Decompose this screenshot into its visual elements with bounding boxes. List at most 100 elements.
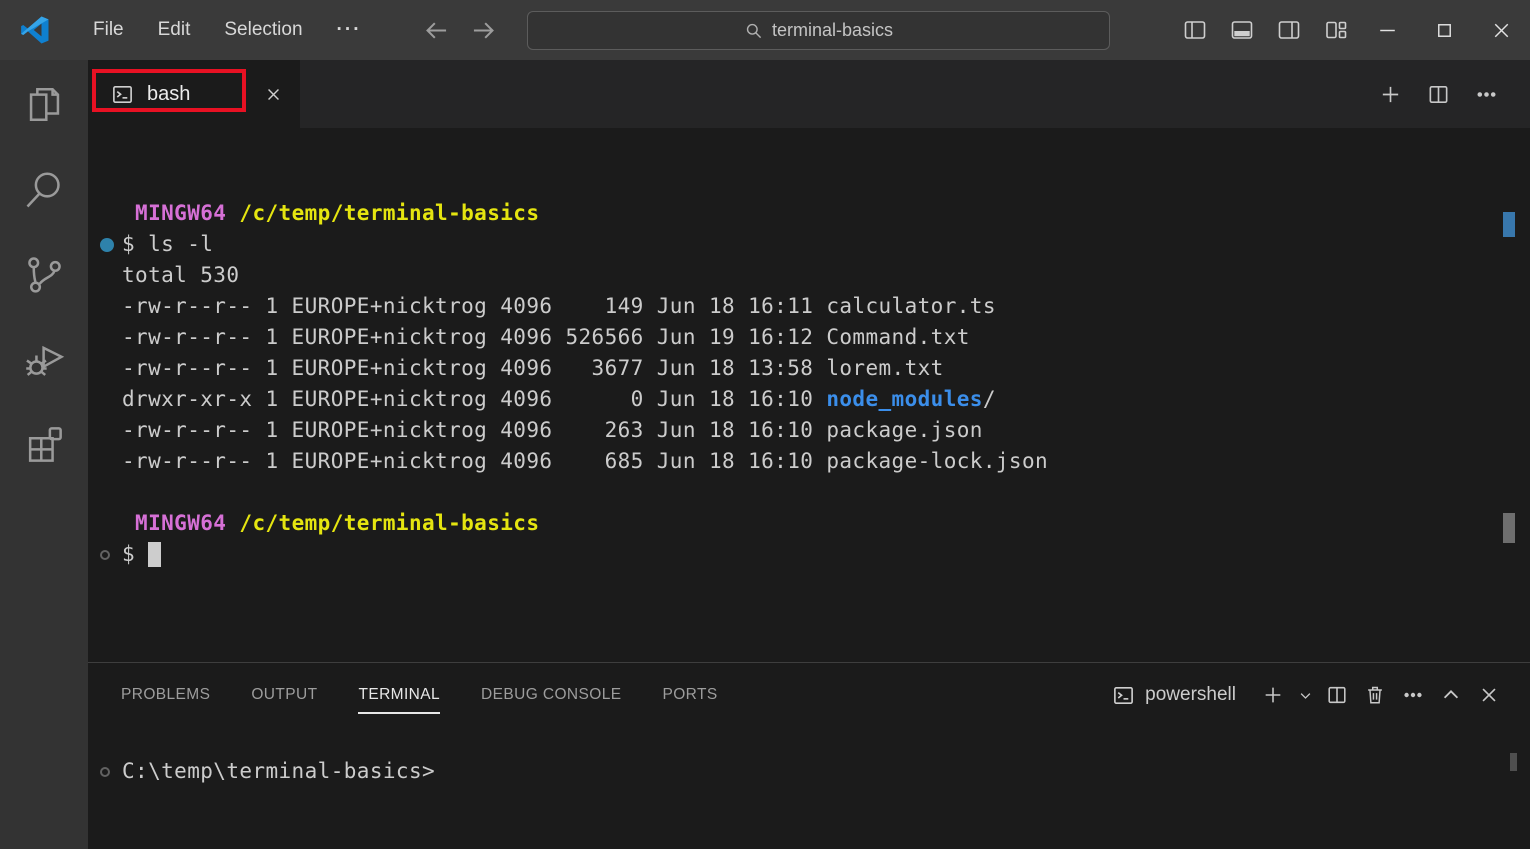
new-terminal-icon[interactable] [1366, 70, 1414, 118]
terminal-text: MINGW64 [122, 198, 226, 229]
bash-terminal-output: MINGW64 /c/temp/terminal-basics$ ls -lto… [88, 128, 1530, 570]
activity-source-control[interactable] [0, 253, 88, 338]
search-icon [744, 21, 763, 40]
terminal-line: -rw-r--r-- 1 EUROPE+nicktrog 4096 685 Ju… [88, 446, 1530, 477]
terminal-text: C:\temp\terminal-basics> [122, 756, 435, 787]
new-terminal-icon[interactable] [1254, 674, 1292, 716]
more-actions-icon[interactable] [1462, 70, 1510, 118]
panel-actions: powershell [1112, 674, 1508, 716]
panel-tab-problems[interactable]: PROBLEMS [121, 679, 210, 711]
launch-profile-chevron-icon[interactable] [1292, 674, 1318, 716]
menu-edit[interactable]: Edit [141, 11, 208, 49]
powershell-terminal-output: C:\temp\terminal-basics> [88, 727, 1530, 787]
close-panel-icon[interactable] [1470, 674, 1508, 716]
terminal-line: -rw-r--r-- 1 EUROPE+nicktrog 4096 263 Ju… [88, 415, 1530, 446]
panel-header: PROBLEMS OUTPUT TERMINAL DEBUG CONSOLE P… [88, 663, 1530, 727]
terminal-line: drwxr-xr-x 1 EUROPE+nicktrog 4096 0 Jun … [88, 384, 1530, 415]
terminal-icon [111, 83, 134, 106]
tab-label: bash [147, 83, 190, 106]
terminal-text: total 530 [122, 260, 239, 291]
menu-file[interactable]: File [76, 11, 141, 49]
terminal-line: C:\temp\terminal-basics> [88, 756, 1530, 787]
terminal-text: drwxr-xr-x 1 EUROPE+nicktrog 4096 0 Jun … [122, 384, 826, 415]
more-actions-icon[interactable] [1394, 674, 1432, 716]
panel-tabs: PROBLEMS OUTPUT TERMINAL DEBUG CONSOLE P… [121, 679, 718, 711]
activity-search[interactable] [0, 168, 88, 253]
overview-ruler-prompt-marker [1503, 513, 1515, 543]
activity-explorer[interactable] [0, 83, 88, 168]
terminal-profile[interactable]: powershell [1112, 684, 1236, 707]
toggle-secondary-sidebar-icon[interactable] [1265, 0, 1312, 60]
terminal-text: $ ls -l [122, 229, 213, 260]
panel-tab-output[interactable]: OUTPUT [251, 679, 317, 711]
command-decoration-ring[interactable] [100, 767, 110, 777]
terminal-text: -rw-r--r-- 1 EUROPE+nicktrog 4096 263 Ju… [122, 415, 983, 446]
terminal-text: MINGW64 [122, 508, 226, 539]
editor-terminal-pane[interactable]: MINGW64 /c/temp/terminal-basics$ ls -lto… [88, 128, 1530, 662]
activity-bar [0, 60, 88, 849]
command-center-label: terminal-basics [772, 20, 893, 41]
panel-terminal-pane[interactable]: C:\temp\terminal-basics> [88, 727, 1530, 849]
terminal-line: $ [88, 539, 1530, 570]
go-forward-icon[interactable] [470, 17, 497, 44]
terminal-text: -rw-r--r-- 1 EUROPE+nicktrog 4096 526566… [122, 322, 970, 353]
command-decoration-ring[interactable] [100, 550, 110, 560]
menu-selection[interactable]: Selection [207, 11, 319, 49]
history-navigation [423, 17, 497, 44]
search-icon [23, 168, 66, 211]
toggle-panel-icon[interactable] [1218, 0, 1265, 60]
activity-extensions[interactable] [0, 423, 88, 508]
editor-actions [1366, 60, 1530, 128]
source-control-icon [23, 253, 66, 296]
terminal-line: MINGW64 /c/temp/terminal-basics [88, 508, 1530, 539]
terminal-text: / [983, 384, 996, 415]
command-center-search[interactable]: terminal-basics [527, 11, 1110, 50]
terminal-text: $ [122, 539, 148, 570]
panel-tab-terminal[interactable]: TERMINAL [358, 679, 440, 711]
terminal-profile-label: powershell [1145, 684, 1236, 706]
terminal-line [88, 477, 1530, 508]
terminal-text: -rw-r--r-- 1 EUROPE+nicktrog 4096 149 Ju… [122, 291, 996, 322]
titlebar-right-controls [1171, 0, 1530, 60]
panel-tab-ports[interactable]: PORTS [662, 679, 717, 711]
terminal-line: total 530 [88, 260, 1530, 291]
window-maximize-button[interactable] [1416, 0, 1473, 60]
editor-tab-bar: bash [88, 60, 1530, 128]
go-back-icon[interactable] [423, 17, 450, 44]
title-bar: File Edit Selection ··· terminal-basics [0, 0, 1530, 60]
terminal-line: $ ls -l [88, 229, 1530, 260]
terminal-text: node_modules [826, 384, 983, 415]
tab-close-icon[interactable] [258, 79, 288, 109]
split-editor-icon[interactable] [1414, 70, 1462, 118]
customize-layout-icon[interactable] [1312, 0, 1359, 60]
command-decoration-dot[interactable] [100, 238, 114, 252]
menu-more-ellipsis[interactable]: ··· [320, 11, 379, 49]
vscode-window: File Edit Selection ··· terminal-basics [0, 0, 1530, 849]
terminal-line: MINGW64 /c/temp/terminal-basics [88, 198, 1530, 229]
panel-tab-debug-console[interactable]: DEBUG CONSOLE [481, 679, 621, 711]
terminal-line: -rw-r--r-- 1 EUROPE+nicktrog 4096 149 Ju… [88, 291, 1530, 322]
window-minimize-button[interactable] [1359, 0, 1416, 60]
terminal-text: -rw-r--r-- 1 EUROPE+nicktrog 4096 3677 J… [122, 353, 944, 384]
activity-run-debug[interactable] [0, 338, 88, 423]
terminal-text: /c/temp/terminal-basics [226, 508, 539, 539]
vscode-logo-icon [20, 15, 50, 45]
terminal-text: -rw-r--r-- 1 EUROPE+nicktrog 4096 685 Ju… [122, 446, 1048, 477]
files-icon [23, 83, 66, 126]
kill-terminal-icon[interactable] [1356, 674, 1394, 716]
terminal-cursor [148, 542, 161, 567]
terminal-icon [1112, 684, 1135, 707]
split-terminal-icon[interactable] [1318, 674, 1356, 716]
menu-bar: File Edit Selection ··· [76, 11, 379, 49]
debug-icon [23, 338, 66, 381]
terminal-line: -rw-r--r-- 1 EUROPE+nicktrog 4096 526566… [88, 322, 1530, 353]
terminal-line: -rw-r--r-- 1 EUROPE+nicktrog 4096 3677 J… [88, 353, 1530, 384]
terminal-text: /c/temp/terminal-basics [226, 198, 539, 229]
extensions-icon [23, 423, 66, 466]
overview-ruler-command-marker [1503, 212, 1515, 237]
window-close-button[interactable] [1473, 0, 1530, 60]
scrollbar-thumb[interactable] [1510, 753, 1517, 771]
maximize-panel-icon[interactable] [1432, 674, 1470, 716]
tab-bash[interactable]: bash [88, 60, 300, 128]
toggle-primary-sidebar-icon[interactable] [1171, 0, 1218, 60]
